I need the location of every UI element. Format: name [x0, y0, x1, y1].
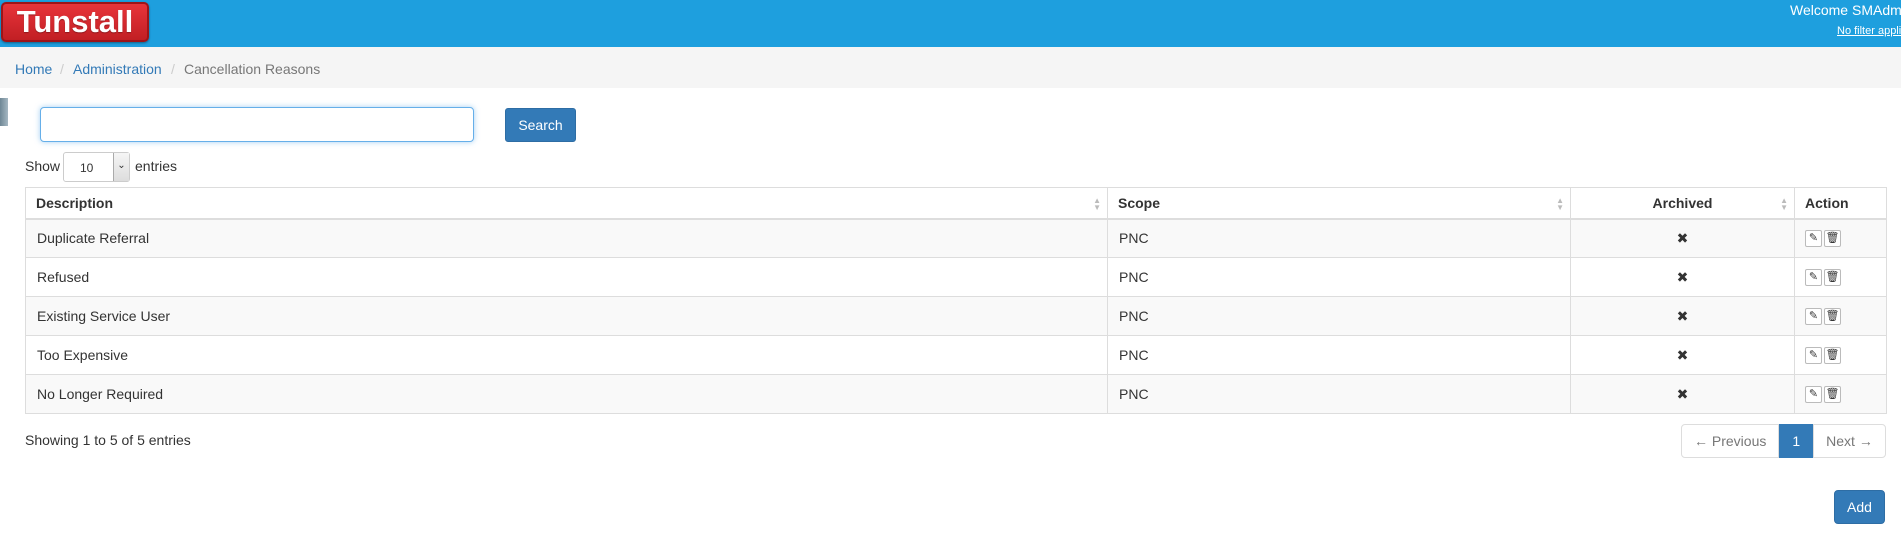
entries-label: entries — [135, 158, 178, 174]
breadcrumb: Home / Administration / Cancellation Rea… — [0, 47, 1901, 88]
action-cell: ✎ 🗑 — [1794, 218, 1887, 258]
table-row: Duplicate Referral PNC ✖ ✎ 🗑 — [25, 218, 1887, 258]
archived-x-icon: ✖ — [1570, 218, 1795, 258]
tunstall-logo[interactable]: Tunstall — [1, 2, 149, 42]
column-header-scope[interactable]: Scope ▲ ▼ — [1107, 187, 1571, 220]
sidebar-toggle-handle[interactable] — [0, 98, 8, 126]
archived-x-icon: ✖ — [1570, 374, 1795, 414]
column-header-archived[interactable]: Archived ▲ ▼ — [1570, 187, 1795, 220]
trash-icon[interactable]: 🗑 — [1824, 385, 1841, 403]
show-label: Show — [25, 158, 61, 174]
search-input[interactable] — [40, 107, 474, 142]
scope-cell: PNC — [1107, 218, 1571, 258]
trash-icon[interactable]: 🗑 — [1824, 307, 1841, 325]
archived-x-icon: ✖ — [1570, 257, 1795, 297]
search-button[interactable]: Search — [505, 108, 576, 142]
trash-icon[interactable]: 🗑 — [1824, 346, 1841, 364]
description-cell: Duplicate Referral — [25, 218, 1108, 258]
description-cell: Refused — [25, 257, 1108, 297]
table-row: Too Expensive PNC ✖ ✎ 🗑 — [25, 335, 1887, 375]
table-row: No Longer Required PNC ✖ ✎ 🗑 — [25, 374, 1887, 414]
action-cell: ✎ 🗑 — [1794, 296, 1887, 336]
table-row: Existing Service User PNC ✖ ✎ 🗑 — [25, 296, 1887, 336]
previous-page-button[interactable]: ← Previous — [1681, 424, 1780, 458]
pencil-icon[interactable]: ✎ — [1805, 307, 1822, 325]
pencil-icon[interactable]: ✎ — [1805, 268, 1822, 286]
entries-per-page-select[interactable]: 10 ⌄ — [63, 152, 130, 182]
breadcrumb-administration[interactable]: Administration — [73, 61, 162, 77]
archived-x-icon: ✖ — [1570, 296, 1795, 336]
description-cell: Too Expensive — [25, 335, 1108, 375]
breadcrumb-current: Cancellation Reasons — [184, 61, 321, 77]
description-cell: No Longer Required — [25, 374, 1108, 414]
table-row: Refused PNC ✖ ✎ 🗑 — [25, 257, 1887, 297]
welcome-text: Welcome SMAdm — [1790, 2, 1901, 18]
table-header-row: Description ▲ ▼ Scope ▲ ▼ Archived ▲ ▼ Action — [25, 187, 1887, 220]
action-cell: ✎ 🗑 — [1794, 374, 1887, 414]
chevron-down-icon[interactable]: ⌄ — [113, 153, 129, 181]
page-1-button[interactable]: 1 — [1779, 424, 1814, 458]
breadcrumb-separator: / — [60, 61, 64, 77]
sort-icon: ▲ ▼ — [1093, 196, 1101, 212]
description-cell: Existing Service User — [25, 296, 1108, 336]
add-button[interactable]: Add — [1834, 490, 1885, 524]
breadcrumb-home[interactable]: Home — [15, 61, 52, 77]
breadcrumb-separator: / — [171, 61, 175, 77]
table-info: Showing 1 to 5 of 5 entries — [25, 432, 191, 448]
filter-link[interactable]: No filter appli — [1837, 25, 1901, 37]
action-cell: ✎ 🗑 — [1794, 257, 1887, 297]
trash-icon[interactable]: 🗑 — [1824, 268, 1841, 286]
pencil-icon[interactable]: ✎ — [1805, 230, 1822, 248]
pencil-icon[interactable]: ✎ — [1805, 346, 1822, 364]
next-page-button[interactable]: Next → — [1813, 424, 1886, 458]
scope-cell: PNC — [1107, 374, 1571, 414]
top-bar: Tunstall Welcome SMAdm No filter appli — [0, 0, 1901, 47]
sort-icon: ▲ ▼ — [1556, 196, 1564, 212]
pagination: ← Previous 1 Next → — [1681, 424, 1886, 458]
archived-x-icon: ✖ — [1570, 335, 1795, 375]
scope-cell: PNC — [1107, 257, 1571, 297]
entries-per-page-value: 10 — [80, 161, 94, 175]
pencil-icon[interactable]: ✎ — [1805, 385, 1822, 403]
scope-cell: PNC — [1107, 335, 1571, 375]
action-cell: ✎ 🗑 — [1794, 335, 1887, 375]
column-header-action: Action — [1794, 187, 1887, 220]
scope-cell: PNC — [1107, 296, 1571, 336]
trash-icon[interactable]: 🗑 — [1824, 230, 1841, 248]
column-header-description[interactable]: Description ▲ ▼ — [25, 187, 1108, 220]
sort-icon: ▲ ▼ — [1780, 196, 1788, 212]
cancellation-reasons-table: Description ▲ ▼ Scope ▲ ▼ Archived ▲ ▼ Action … — [25, 187, 1887, 414]
